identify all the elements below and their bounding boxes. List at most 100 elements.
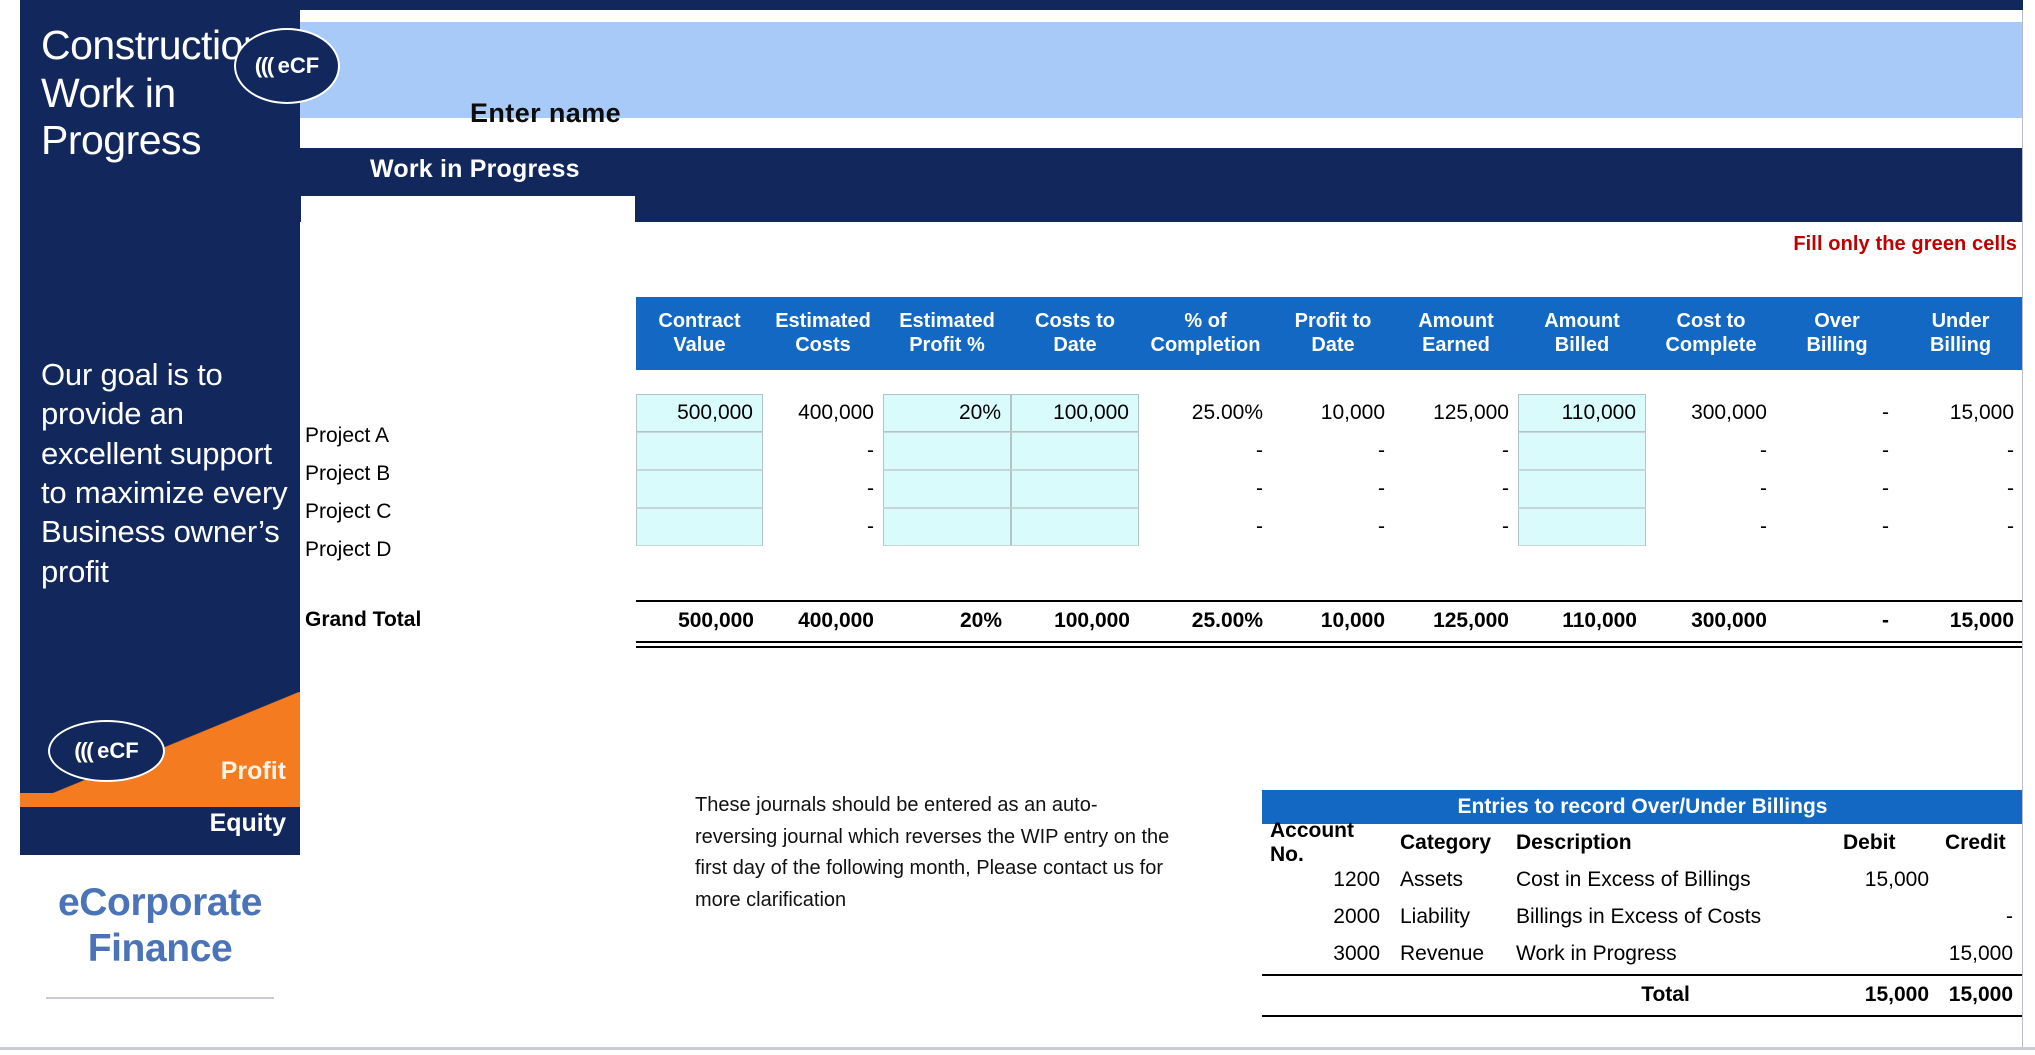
- wip-input-cell[interactable]: [636, 508, 763, 546]
- grand-total-cell: 125,000: [1433, 609, 1509, 632]
- wip-input-cell[interactable]: [883, 470, 1011, 508]
- grand-total-label: Grand Total: [305, 608, 422, 631]
- profit-label: Profit: [220, 757, 286, 785]
- wip-input-cell[interactable]: 500,000: [636, 394, 763, 432]
- left-margin: [0, 0, 20, 1055]
- wip-col-header-1: Estimated Costs: [763, 297, 883, 370]
- grand-total-cell: 10,000: [1320, 609, 1385, 632]
- journal-row: 3000 Revenue Work in Progress 15,000: [1262, 935, 2023, 972]
- wip-col-header-line1: Under: [1931, 309, 1990, 332]
- wip-col-header-line2: Billing: [1806, 333, 1868, 356]
- brand-name: eCorporate Finance: [20, 880, 300, 972]
- grand-total-cell: 15,000: [1949, 609, 2014, 632]
- wip-calc-cell: -: [2007, 439, 2014, 462]
- journal-header-row: Account No. Category Description Debit C…: [1262, 819, 2023, 866]
- wip-calc-cell: -: [1378, 439, 1385, 462]
- journal-cell-credit: -: [2006, 904, 2013, 928]
- wip-table-header: Contract Value Estimated Costs Estimated Prof…: [636, 297, 2023, 370]
- wip-calc-cell: -: [1882, 439, 1889, 462]
- wip-input-cell[interactable]: [636, 432, 763, 470]
- wip-input-cell[interactable]: [1011, 432, 1139, 470]
- wip-input-cell[interactable]: [883, 508, 1011, 546]
- wip-input-cell[interactable]: 110,000: [1518, 394, 1646, 432]
- wip-calc-cell: -: [1256, 515, 1263, 538]
- tab-work-in-progress[interactable]: Work in Progress: [370, 155, 580, 184]
- wip-input-cell[interactable]: [1518, 470, 1646, 508]
- wip-col-header-4: % of Completion: [1139, 297, 1272, 370]
- spreadsheet-canvas: Construction Work in Progress Our goal i…: [0, 0, 2035, 1055]
- wip-col-header-9: Over Billing: [1776, 297, 1898, 370]
- total-rule-b: [636, 646, 2023, 648]
- wip-col-header-5: Profit to Date: [1272, 297, 1394, 370]
- wip-col-header-10: Under Billing: [1898, 297, 2023, 370]
- wip-input-cell[interactable]: [883, 432, 1011, 470]
- wip-input-cell[interactable]: [1011, 470, 1139, 508]
- wip-calc-cell: -: [867, 439, 874, 462]
- wip-col-header-line2: Date: [1311, 333, 1355, 356]
- project-label: Project B: [305, 462, 391, 485]
- wave-icon: (((: [254, 53, 274, 78]
- wip-calc-cell: 10,000: [1320, 401, 1385, 424]
- wip-input-cell[interactable]: [1518, 432, 1646, 470]
- grand-total-cell: 500,000: [678, 609, 754, 632]
- equity-label: Equity: [209, 809, 286, 837]
- ecf-header-logo: ((( eCF: [234, 28, 340, 104]
- journal-cell-category: Assets: [1400, 867, 1464, 891]
- journal-total-row: Total 15,000 15,000: [1262, 976, 2023, 1013]
- wip-calc-cell: -: [1378, 477, 1385, 500]
- wip-calc-cell: 25.00%: [1191, 401, 1263, 424]
- journal-header-credit: Credit: [1945, 830, 2006, 854]
- wip-calc-cell: -: [1882, 401, 1889, 424]
- grand-total-cell: 110,000: [1562, 609, 1637, 632]
- wip-col-header-line2: Billed: [1554, 333, 1610, 356]
- company-name-field[interactable]: Enter name: [470, 98, 621, 129]
- ecf-logo-text: eCF: [97, 738, 139, 763]
- wip-col-header-3: Costs to Date: [1011, 297, 1139, 370]
- wave-icon: (((: [74, 738, 93, 763]
- wip-calc-cell: -: [1882, 515, 1889, 538]
- wip-input-cell[interactable]: 20%: [883, 394, 1011, 432]
- profit-equity-logo: ((( eCF Profit Equity: [20, 692, 300, 855]
- wip-col-header-line2: Profit %: [909, 333, 985, 356]
- wip-calc-cell: 125,000: [1433, 401, 1509, 424]
- right-margin: [2023, 0, 2035, 1055]
- ecf-header-logo-text: eCF: [277, 53, 320, 78]
- journal-cell-description: Billings in Excess of Costs: [1516, 904, 1762, 928]
- orange-bar: [20, 793, 300, 807]
- journal-cell-account: 2000: [1333, 904, 1380, 928]
- journal-header-description: Description: [1516, 830, 1632, 854]
- wip-col-header-line1: Contract: [658, 309, 741, 332]
- wip-calc-cell: 15,000: [1949, 401, 2014, 424]
- wip-calc-cell: -: [1502, 477, 1509, 500]
- journal-row: 1200 Assets Cost in Excess of Billings 15,0…: [1262, 861, 2023, 898]
- wip-calc-cell: 300,000: [1691, 401, 1767, 424]
- wip-col-header-8: Cost to Complete: [1646, 297, 1776, 370]
- journal-cell-account: 3000: [1333, 941, 1380, 965]
- wip-calc-cell: -: [1882, 477, 1889, 500]
- wip-col-header-2: Estimated Profit %: [883, 297, 1011, 370]
- wip-col-header-0: Contract Value: [636, 297, 763, 370]
- journal-cell-debit: 15,000: [1864, 867, 1929, 891]
- project-label-column: Project A Project B Project C Project D: [305, 417, 605, 569]
- wip-col-header-line2: Billing: [1929, 333, 1992, 356]
- wip-col-header-line2: Date: [1053, 333, 1097, 356]
- wip-input-cell[interactable]: [636, 470, 763, 508]
- project-label: Project C: [305, 500, 392, 523]
- wip-calc-cell: -: [1256, 477, 1263, 500]
- brand-line-2: Finance: [87, 927, 233, 971]
- table-row: -------: [636, 508, 2023, 546]
- wip-calc-cell: -: [1378, 515, 1385, 538]
- wip-input-cell[interactable]: [1011, 508, 1139, 546]
- wip-calc-cell: -: [2007, 515, 2014, 538]
- total-rule-a: [636, 641, 2023, 643]
- brand-divider: [46, 997, 274, 999]
- brand-line-1: eCorporate: [57, 881, 263, 924]
- grand-total-values: 500,000 400,000 20% 100,000 25.00% 10,000 125,…: [636, 602, 2023, 640]
- wip-input-cell[interactable]: 100,000: [1011, 394, 1139, 432]
- top-border: [0, 0, 2035, 10]
- journal-header-category: Category: [1400, 830, 1492, 854]
- wip-input-cell[interactable]: [1518, 508, 1646, 546]
- wip-calc-cell: -: [1760, 515, 1767, 538]
- wip-calc-cell: -: [1502, 439, 1509, 462]
- journal-total-credit: 15,000: [1948, 982, 2013, 1006]
